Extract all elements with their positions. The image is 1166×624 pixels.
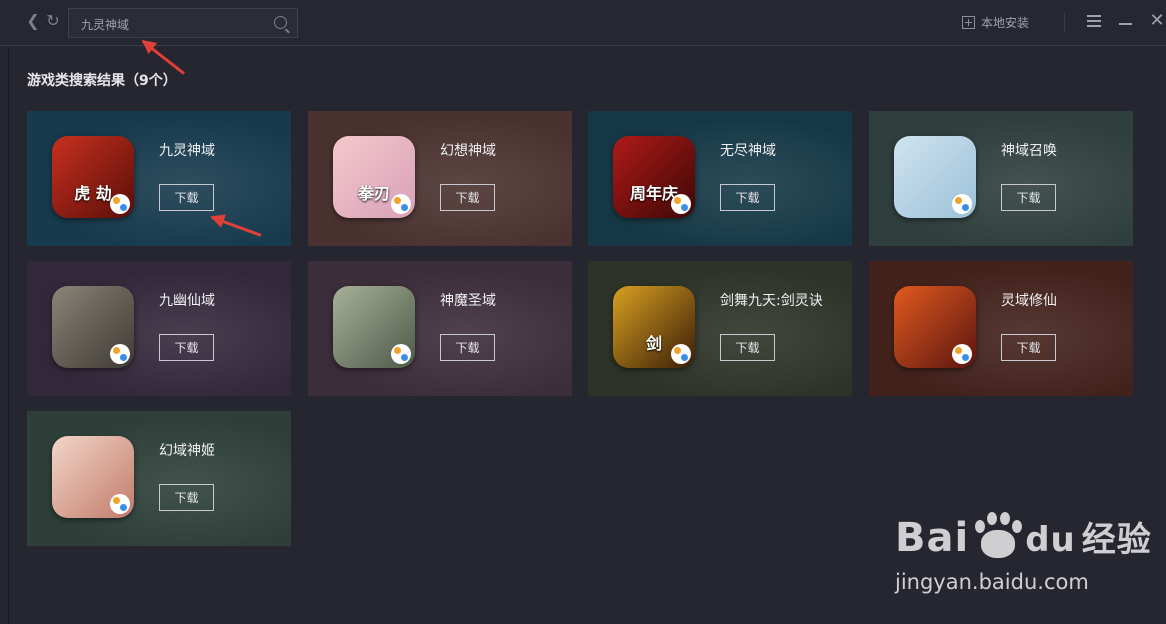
download-button[interactable]: 下载	[720, 334, 775, 361]
download-button[interactable]: 下载	[159, 334, 214, 361]
game-icon[interactable]: 周年庆	[613, 136, 695, 218]
platform-badge-icon	[391, 344, 411, 364]
download-button[interactable]: 下载	[1001, 334, 1056, 361]
platform-badge-icon	[952, 194, 972, 214]
game-name[interactable]: 幻想神域	[440, 140, 496, 160]
game-name[interactable]: 幻域神姬	[159, 440, 215, 460]
close-icon[interactable]: ✕	[1148, 10, 1166, 32]
watermark: Bai du 经验 jingyan.baidu.com	[895, 512, 1152, 594]
game-card[interactable]: 周年庆 无尽神域下载	[588, 111, 852, 246]
download-button[interactable]: 下载	[159, 484, 214, 511]
platform-badge-icon	[110, 344, 130, 364]
game-name[interactable]: 神魔圣域	[440, 290, 496, 310]
search-box	[68, 8, 298, 38]
game-name[interactable]: 九幽仙域	[159, 290, 215, 310]
game-card[interactable]: 神魔圣域 下载	[308, 261, 572, 396]
watermark-brand-right: 经验	[1081, 520, 1152, 560]
game-card[interactable]: 虎 劫 九灵神域下载	[27, 111, 291, 246]
game-card[interactable]: 灵域修仙 下载	[869, 261, 1133, 396]
left-divider	[8, 0, 9, 624]
game-card[interactable]: 拳刃 幻想神域下载	[308, 111, 572, 246]
platform-badge-icon	[952, 344, 972, 364]
top-bar: ❮ ↻ 本地安装 ✕	[0, 0, 1166, 46]
game-name[interactable]: 九灵神域	[159, 140, 215, 160]
download-button[interactable]: 下载	[159, 184, 214, 211]
game-icon[interactable]: 虎 劫	[52, 136, 134, 218]
game-icon[interactable]: 剑	[613, 286, 695, 368]
game-icon[interactable]	[894, 286, 976, 368]
game-icon[interactable]	[52, 286, 134, 368]
watermark-brand-left: Bai	[895, 515, 970, 561]
game-icon[interactable]	[333, 286, 415, 368]
search-input[interactable]	[79, 14, 268, 34]
download-button[interactable]: 下载	[440, 334, 495, 361]
paw-icon	[971, 512, 1023, 560]
search-icon[interactable]	[274, 16, 287, 29]
watermark-url: jingyan.baidu.com	[895, 570, 1089, 594]
game-card[interactable]: 幻域神姬 下载	[27, 411, 291, 546]
game-name[interactable]: 剑舞九天:剑灵诀	[720, 290, 823, 310]
menu-icon[interactable]	[1085, 10, 1103, 32]
platform-badge-icon	[110, 494, 130, 514]
download-button[interactable]: 下载	[440, 184, 495, 211]
game-name[interactable]: 灵域修仙	[1001, 290, 1057, 310]
back-icon[interactable]: ❮	[24, 12, 42, 30]
local-install-button[interactable]: 本地安装	[962, 12, 1029, 32]
game-name[interactable]: 神域召唤	[1001, 140, 1057, 160]
minimize-icon[interactable]	[1117, 10, 1135, 32]
results-title: 游戏类搜索结果（9个）	[27, 73, 177, 89]
download-button[interactable]: 下载	[1001, 184, 1056, 211]
platform-badge-icon	[671, 344, 691, 364]
toolbar-separator	[1064, 12, 1065, 32]
game-card[interactable]: 九幽仙域 下载	[27, 261, 291, 396]
refresh-icon[interactable]: ↻	[44, 12, 62, 30]
local-install-label: 本地安装	[981, 15, 1030, 30]
download-button[interactable]: 下载	[720, 184, 775, 211]
platform-badge-icon	[110, 194, 130, 214]
game-icon[interactable]	[894, 136, 976, 218]
game-card[interactable]: 剑 剑舞九天:剑灵诀下载	[588, 261, 852, 396]
game-icon[interactable]: 拳刃	[333, 136, 415, 218]
game-name[interactable]: 无尽神域	[720, 140, 776, 160]
watermark-brand-mid: du	[1025, 520, 1076, 560]
game-card[interactable]: 神域召唤 下载	[869, 111, 1133, 246]
platform-badge-icon	[391, 194, 411, 214]
platform-badge-icon	[671, 194, 691, 214]
game-icon[interactable]	[52, 436, 134, 518]
add-file-icon	[962, 15, 975, 29]
